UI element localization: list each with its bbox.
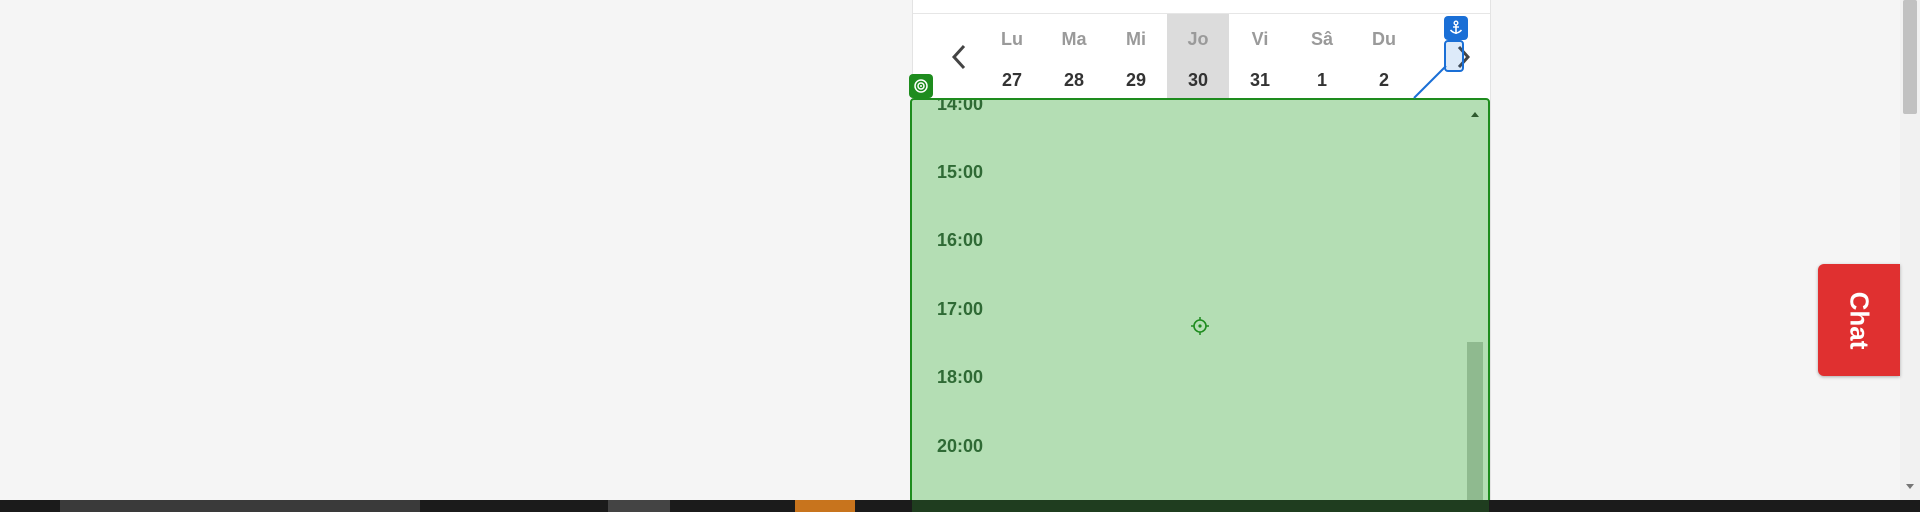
taskbar-item[interactable] bbox=[608, 500, 670, 512]
day-column-sunday[interactable]: Du 2 bbox=[1353, 14, 1415, 100]
day-name: Lu bbox=[1001, 29, 1023, 49]
day-column-wednesday[interactable]: Mi 29 bbox=[1105, 14, 1167, 100]
page-scrollbar[interactable] bbox=[1900, 0, 1920, 500]
day-column-friday[interactable]: Vi 31 bbox=[1229, 14, 1291, 100]
next-button-highlight bbox=[1444, 40, 1464, 72]
time-slot-scrollbar-thumb[interactable] bbox=[1467, 342, 1483, 510]
taskbar bbox=[0, 500, 1920, 512]
day-name: Ma bbox=[1061, 29, 1087, 49]
chat-button[interactable]: Chat bbox=[1818, 264, 1900, 376]
crosshair-icon bbox=[1191, 317, 1209, 335]
scroll-down-arrow-icon[interactable] bbox=[1906, 484, 1914, 489]
taskbar-item[interactable] bbox=[60, 500, 420, 512]
day-name: Sâ bbox=[1310, 29, 1334, 49]
day-name: Mi bbox=[1126, 29, 1146, 49]
page-scrollbar-thumb[interactable] bbox=[1903, 0, 1917, 114]
day-column-monday[interactable]: Lu 27 bbox=[981, 14, 1043, 100]
day-column-thursday-selected[interactable]: Jo 30 bbox=[1167, 14, 1229, 100]
day-date: 29 bbox=[1125, 70, 1147, 90]
time-slot-list[interactable]: 14:00 15:00 16:00 17:00 18:00 20:00 bbox=[910, 98, 1490, 512]
time-slot[interactable]: 15:00 bbox=[937, 162, 983, 183]
day-name: Du bbox=[1372, 29, 1396, 49]
day-strip: Lu 27 Ma 28 Mi 29 Jo 30 Vi 31 Sâ 1 Du 2 bbox=[981, 14, 1415, 100]
day-date: 2 bbox=[1378, 70, 1389, 90]
chevron-left-icon bbox=[951, 44, 966, 70]
anchor-icon bbox=[1444, 16, 1468, 40]
day-column-saturday[interactable]: Sâ 1 bbox=[1291, 14, 1353, 100]
time-slot-scrollbar[interactable] bbox=[1467, 100, 1483, 510]
time-slot[interactable]: 17:00 bbox=[937, 299, 983, 320]
chat-label: Chat bbox=[1844, 291, 1875, 349]
time-slot[interactable]: 16:00 bbox=[937, 230, 983, 251]
time-slot[interactable]: 14:00 bbox=[937, 100, 983, 115]
taskbar-overlay bbox=[912, 500, 1489, 512]
day-date: 1 bbox=[1316, 70, 1327, 90]
scroll-up-arrow-icon[interactable] bbox=[1471, 112, 1479, 117]
day-column-tuesday[interactable]: Ma 28 bbox=[1043, 14, 1105, 100]
time-slot[interactable]: 18:00 bbox=[937, 367, 983, 388]
day-name: Jo bbox=[1187, 29, 1209, 49]
day-date: 31 bbox=[1249, 70, 1271, 90]
day-date: 28 bbox=[1063, 70, 1085, 90]
day-date: 27 bbox=[1001, 70, 1023, 90]
time-slot[interactable]: 20:00 bbox=[937, 436, 983, 457]
target-icon bbox=[909, 74, 933, 98]
day-date: 30 bbox=[1187, 70, 1209, 90]
taskbar-item-active[interactable] bbox=[795, 500, 855, 512]
day-name: Vi bbox=[1251, 29, 1269, 49]
